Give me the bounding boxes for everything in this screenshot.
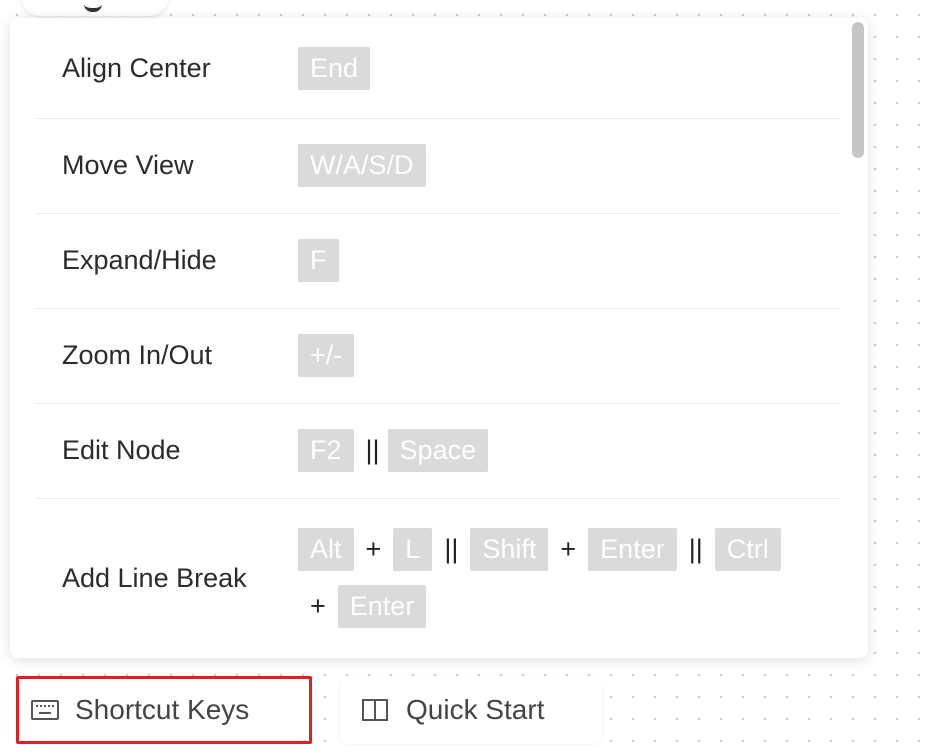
key-badge: Alt [298, 528, 354, 571]
shortcut-keys-panel: Align Center End Move View W/A/S/D Expan… [10, 18, 868, 658]
book-icon [362, 699, 390, 721]
scrollbar-thumb[interactable] [852, 22, 864, 158]
shortcut-row-move-view: Move View W/A/S/D [36, 118, 840, 214]
shortcut-label: Align Center [62, 52, 211, 83]
key-badge: F2 [298, 429, 354, 472]
shortcut-label: Add Line Break [62, 562, 247, 593]
key-badge: Shift [470, 528, 549, 571]
partial-glyph [84, 0, 102, 12]
shortcut-keys-label: Shortcut Keys [75, 694, 250, 725]
or-separator: || [444, 534, 459, 564]
key-badge: L [393, 528, 433, 571]
shortcut-label: Move View [62, 150, 194, 180]
key-badge: W/A/S/D [298, 144, 426, 187]
key-badge: Space [387, 429, 489, 472]
plus-separator: + [310, 591, 326, 621]
or-separator: || [688, 534, 703, 564]
shortcut-label: Zoom In/Out [62, 340, 213, 370]
shortcut-label: Edit Node [62, 435, 181, 465]
shortcut-row-edit-node: Edit Node F2 || Space [36, 403, 840, 499]
or-separator: || [365, 435, 380, 465]
shortcut-row-line-break: Add Line Break Alt + L || Shift + Enter … [36, 498, 840, 658]
shortcut-row-align-center: Align Center End [36, 18, 840, 119]
quick-start-button[interactable]: Quick Start [340, 676, 602, 744]
plus-separator: + [365, 534, 382, 564]
shortcut-keys-button[interactable]: Shortcut Keys [16, 676, 312, 744]
quick-start-label: Quick Start [406, 694, 545, 725]
key-badge: Ctrl [714, 528, 781, 571]
key-badge: Enter [337, 585, 427, 628]
key-badge: Enter [588, 528, 677, 571]
key-badge: End [298, 46, 371, 90]
panel-scrollbar[interactable] [852, 22, 864, 654]
shortcut-label: Expand/Hide [62, 245, 217, 275]
top-partial-button[interactable] [22, 0, 168, 16]
shortcut-row-zoom: Zoom In/Out +/- [36, 308, 840, 404]
keyboard-icon [31, 700, 59, 720]
shortcut-row-expand-hide: Expand/Hide F [36, 213, 840, 309]
key-badge: +/- [298, 334, 355, 377]
key-badge: F [298, 239, 339, 282]
plus-separator: + [560, 534, 577, 564]
